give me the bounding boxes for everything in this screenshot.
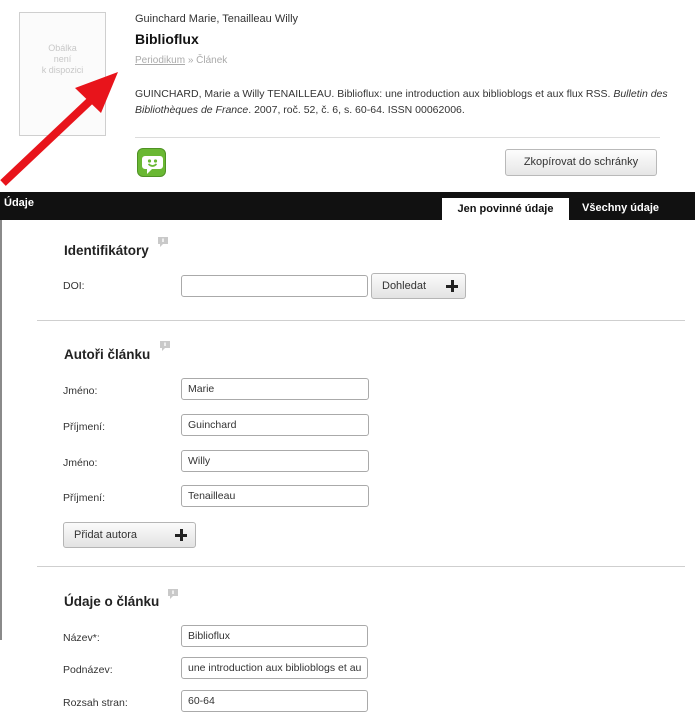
section-divider	[37, 320, 685, 321]
record-title: Biblioflux	[135, 31, 199, 47]
help-icon[interactable]	[159, 340, 171, 352]
plus-icon	[175, 529, 187, 541]
details-tab-bar: Údaje Jen povinné údaje Všechny údaje	[0, 192, 695, 220]
record-divider	[135, 137, 660, 138]
tab-required-fields[interactable]: Jen povinné údaje	[442, 198, 569, 220]
author-lastname-label: Příjmení:	[63, 421, 106, 433]
comment-button[interactable]	[137, 148, 166, 177]
doi-lookup-button[interactable]: Dohledat	[371, 273, 466, 299]
page-range-label: Rozsah stran:	[63, 697, 128, 709]
citation-part1: GUINCHARD, Marie a Willy TENAILLEAU. Bib…	[135, 88, 611, 100]
add-author-label: Přidat autora	[74, 529, 137, 541]
author-firstname-input[interactable]	[181, 378, 369, 400]
article-subtitle-input[interactable]	[181, 657, 368, 679]
copy-to-clipboard-button[interactable]: Zkopírovat do schránky	[505, 149, 657, 176]
article-heading: Údaje o článku	[64, 594, 160, 609]
author-lastname-input[interactable]	[181, 485, 369, 507]
help-icon[interactable]	[157, 236, 169, 248]
citation-text: GUINCHARD, Marie a Willy TENAILLEAU. Bib…	[135, 86, 680, 118]
author-firstname-label: Jméno:	[63, 457, 98, 469]
page-range-input[interactable]	[181, 690, 368, 712]
doi-input[interactable]	[181, 275, 368, 297]
plus-icon	[446, 280, 458, 292]
page-left-border	[0, 205, 2, 640]
details-bar-title: Údaje	[4, 197, 34, 209]
breadcrumb: Periodikum » Článek	[135, 55, 227, 66]
doi-lookup-label: Dohledat	[382, 280, 427, 292]
doi-label: DOI:	[63, 280, 85, 292]
article-title-label: Název*:	[63, 632, 100, 644]
identifiers-heading: Identifikátory	[64, 243, 149, 258]
breadcrumb-current: Článek	[196, 55, 228, 66]
add-author-button[interactable]: Přidat autora	[63, 522, 196, 548]
record-authors: Guinchard Marie, Tenailleau Willy	[135, 13, 299, 25]
breadcrumb-separator: »	[187, 55, 194, 66]
section-divider	[37, 566, 685, 567]
cover-placeholder-text: Obálka není k dispozici	[41, 43, 84, 75]
article-title-input[interactable]	[181, 625, 368, 647]
author-firstname-label: Jméno:	[63, 385, 98, 397]
speech-bubble-smile-icon	[142, 156, 163, 174]
tab-all-fields[interactable]: Všechny údaje	[582, 202, 659, 214]
breadcrumb-periodical-link[interactable]: Periodikum	[135, 55, 185, 66]
citation-part2: . 2007, roč. 52, č. 6, s. 60-64. ISSN 00…	[248, 104, 465, 116]
author-firstname-input[interactable]	[181, 450, 369, 472]
cover-placeholder: Obálka není k dispozici	[19, 12, 106, 136]
author-lastname-label: Příjmení:	[63, 492, 106, 504]
authors-heading: Autoři článku	[64, 347, 151, 362]
article-subtitle-label: Podnázev:	[63, 664, 113, 676]
author-lastname-input[interactable]	[181, 414, 369, 436]
help-icon[interactable]	[167, 588, 179, 600]
